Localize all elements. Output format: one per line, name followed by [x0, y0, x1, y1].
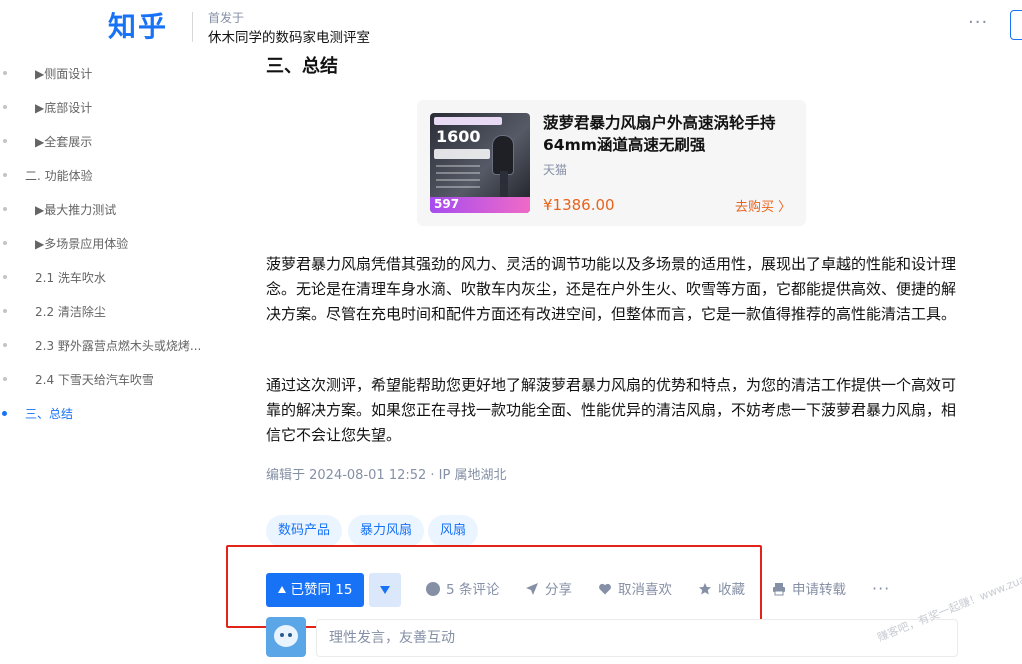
topic-tag[interactable]: 数码产品 — [266, 515, 343, 547]
share-label: 分享 — [545, 582, 572, 598]
product-card[interactable]: 1600 597 菠萝君暴力风扇户外高速涡轮手持64mm涵道高速无刷强 天猫 ¥… — [417, 100, 806, 226]
action-bar: 已赞同 15 5 条评论 分享 取消喜欢 收藏 申请转载 ··· — [266, 573, 906, 607]
toc-dot-icon — [3, 309, 7, 313]
toc-item-full-set[interactable]: ▶全套展示 — [0, 131, 230, 151]
avatar-face — [274, 625, 298, 647]
toc-item-summary[interactable]: 三、总结 — [0, 403, 230, 423]
column-name-link[interactable]: 休木同学的数码家电测评室 — [208, 26, 370, 46]
share-paper-plane-icon — [525, 582, 539, 596]
toc-dot-icon — [3, 241, 7, 245]
toc-dot-icon — [3, 173, 7, 177]
product-price: ¥1386.00 — [543, 196, 615, 214]
upvote-triangle-icon — [277, 586, 286, 593]
avatar-eye — [280, 633, 284, 637]
product-title[interactable]: 菠萝君暴力风扇户外高速涡轮手持64mm涵道高速无刷强 — [543, 112, 793, 156]
paragraph-summary: 菠萝君暴力风扇凭借其强劲的风力、灵活的调节功能以及多场景的适用性，展现出了卓越的… — [266, 255, 957, 323]
repost-icon — [772, 582, 786, 596]
image-spec-lines — [436, 165, 480, 191]
star-icon — [698, 582, 712, 596]
section-heading: 三、总结 — [266, 56, 338, 77]
comment-bubble-icon — [426, 582, 440, 596]
toc-item-side-design[interactable]: ▶侧面设计 — [0, 63, 230, 83]
buy-button[interactable]: 去购买 〉 — [735, 196, 791, 215]
favorite-button[interactable]: 收藏 — [698, 581, 745, 599]
toc-item-function-test[interactable]: 二. 功能体验 — [0, 165, 230, 185]
paragraph-conclusion: 通过这次测评，希望能帮助您更好地了解菠萝君暴力风扇的优势和特点，为您的清洁工作提… — [266, 376, 957, 444]
product-image: 1600 597 — [430, 113, 530, 213]
zhihu-article-page: 知乎 首发于 休木同学的数码家电测评室 ··· ▶侧面设计 ▶底部设计 ▶全套展… — [0, 0, 1022, 664]
header-divider — [192, 12, 193, 42]
toc-item-bottom-design[interactable]: ▶底部设计 — [0, 97, 230, 117]
zhihu-logo[interactable]: 知乎 — [108, 5, 168, 45]
toc-dot-icon — [3, 377, 7, 381]
header-action-button[interactable] — [1010, 10, 1022, 40]
vote-up-button[interactable]: 已赞同 15 — [266, 573, 364, 607]
repost-button[interactable]: 申请转载 — [772, 581, 846, 599]
edit-info: 编辑于 2024-08-01 12:52 · IP 属地湖北 — [266, 468, 507, 483]
avatar-eye — [288, 633, 292, 637]
product-shop: 天猫 — [543, 163, 568, 177]
fan-handle-shape — [500, 171, 508, 197]
toc-dot-icon — [3, 139, 7, 143]
topic-tag[interactable]: 暴力风扇 — [348, 515, 425, 547]
top-header: 知乎 首发于 休木同学的数码家电测评室 ··· — [0, 0, 1022, 50]
toc-item-multi-scene[interactable]: ▶多场景应用体验 — [0, 233, 230, 253]
vote-up-label: 已赞同 15 — [290, 582, 353, 598]
toc-dot-icon — [3, 343, 7, 347]
toc-item-dust-cleaning[interactable]: 2.2 清洁除尘 — [0, 301, 230, 321]
toc-dot-icon — [3, 105, 7, 109]
share-button[interactable]: 分享 — [525, 581, 572, 599]
toc-active-dot-icon — [2, 411, 7, 416]
repost-label: 申请转载 — [792, 582, 846, 598]
more-actions-icon[interactable]: ··· — [872, 579, 890, 598]
downvote-triangle-icon — [380, 586, 390, 594]
unlike-button[interactable]: 取消喜欢 — [598, 581, 672, 599]
toc-dot-icon — [3, 71, 7, 75]
toc-item-camping[interactable]: 2.3 野外露营点燃木头或烧烤... — [0, 335, 230, 355]
fan-body-shape — [492, 135, 514, 175]
image-banner — [434, 117, 502, 125]
more-options-icon[interactable]: ··· — [968, 12, 988, 33]
vote-down-button[interactable] — [369, 573, 401, 607]
comments-button[interactable]: 5 条评论 — [426, 581, 499, 599]
heart-icon — [598, 582, 612, 596]
comment-input[interactable] — [316, 619, 958, 657]
published-in-label: 首发于 — [208, 11, 245, 25]
image-strip — [434, 149, 490, 159]
toc-item-snow[interactable]: 2.4 下雪天给汽车吹雪 — [0, 369, 230, 389]
comments-label: 5 条评论 — [446, 582, 500, 598]
toc-dot-icon — [3, 207, 7, 211]
favorite-label: 收藏 — [718, 582, 745, 598]
topic-tag[interactable]: 风扇 — [428, 515, 479, 547]
image-headline: 1600 — [436, 127, 481, 146]
unlike-label: 取消喜欢 — [618, 582, 672, 598]
commenter-avatar — [266, 617, 306, 657]
image-price-text: 597 — [434, 197, 460, 211]
toc-dot-icon — [3, 275, 7, 279]
toc-item-car-wash[interactable]: 2.1 洗车吹水 — [0, 267, 230, 287]
toc-item-max-thrust[interactable]: ▶最大推力测试 — [0, 199, 230, 219]
